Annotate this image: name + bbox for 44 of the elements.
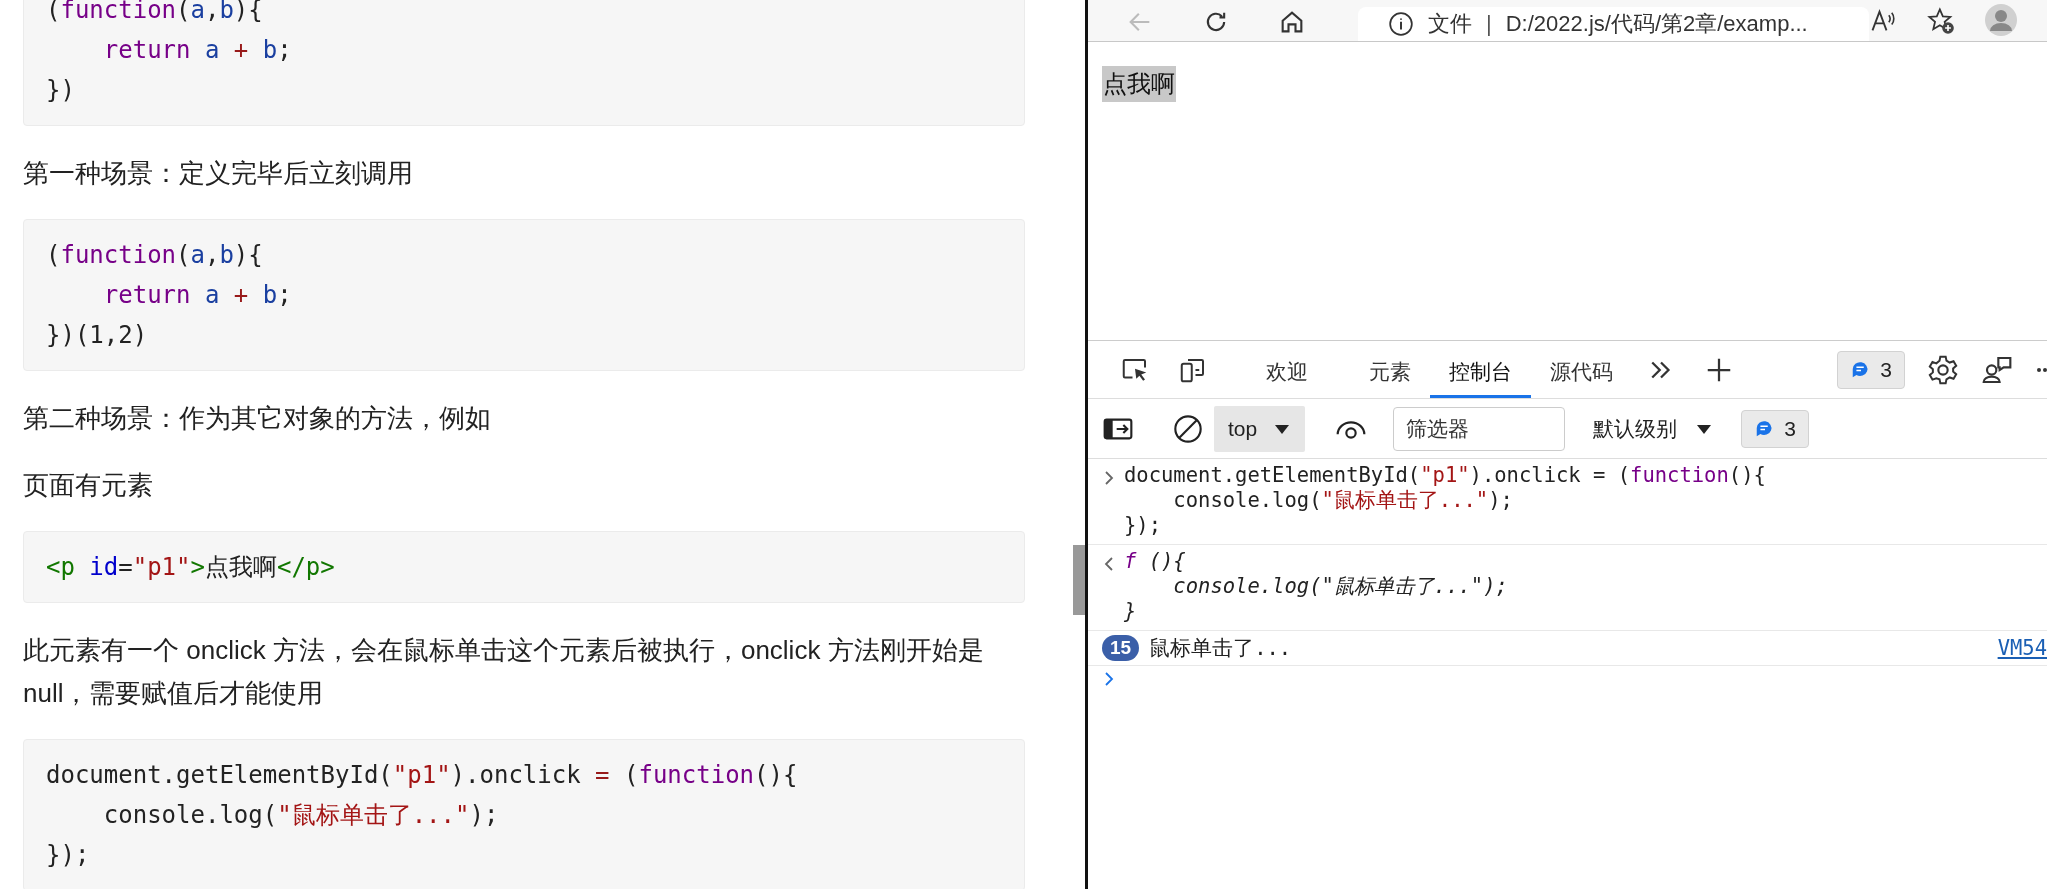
console-code-line: }	[1124, 599, 1137, 624]
message-count: 15	[1102, 635, 1140, 661]
settings-icon[interactable]	[1927, 353, 1959, 386]
paragraph: 第二种场景：作为其它对象的方法，例如	[23, 402, 492, 435]
console-message: 鼠标单击了...	[1149, 635, 1292, 662]
devtools-tab[interactable]: 源代码	[1531, 349, 1632, 398]
console-code-line: console.log("鼠标单击了...");	[1172, 488, 1513, 513]
output-chevron-icon	[1102, 555, 1116, 573]
code-line: })	[46, 75, 75, 106]
code-line: return a + b;	[102, 35, 292, 66]
favorite-add-icon[interactable]	[1927, 7, 1955, 35]
devtools-tab[interactable]: 元素	[1350, 349, 1430, 398]
code-line: (function(a,b){	[46, 0, 263, 26]
avatar-icon[interactable]	[1985, 4, 2019, 38]
address-url[interactable]: D:/2022.js/代码/第2章/examp...	[1505, 9, 1808, 39]
address-label: 文件	[1428, 10, 1472, 38]
context-select[interactable]: top	[1214, 405, 1306, 452]
info-icon[interactable]	[1388, 11, 1414, 37]
paragraph: 页面有元素	[23, 469, 154, 502]
console-code-line: document.getElementById("p1").onclick = (function(){	[1124, 463, 1766, 488]
devtools-tab[interactable]: 欢迎	[1250, 349, 1350, 398]
code-line: });	[46, 840, 90, 871]
code-line: })(1,2)	[46, 320, 148, 351]
code-line: document.getElementById("p1").onclick = (function(){	[46, 760, 798, 791]
code-line: <p id="p1">点我啊</p>	[46, 552, 335, 583]
console-code-line: });	[1124, 513, 1162, 538]
level-select[interactable]: 默认级别	[1575, 414, 1732, 443]
code-line: (function(a,b){	[46, 240, 263, 271]
code-line: console.log("鼠标单击了...");	[102, 800, 499, 831]
code-line: return a + b;	[102, 280, 292, 311]
clear-icon[interactable]	[1172, 412, 1204, 445]
paragraph: 第一种场景：定义完毕后立刻调用	[23, 157, 414, 190]
filter-field[interactable]: 筛选器	[1393, 406, 1566, 451]
issues-button[interactable]: 3	[1741, 409, 1809, 448]
page-text: 点我啊	[1102, 66, 1176, 102]
prompt-chevron-icon	[1102, 670, 1116, 688]
paragraph: 此元素有一个 onclick 方法，会在鼠标单击这个元素后被执行，onclick 方法刚开始是 null，需要赋值后才能使用	[23, 634, 985, 710]
source-link[interactable]: VM54	[1997, 636, 2047, 660]
console-code-line: console.log("鼠标单击了...");	[1172, 574, 1508, 599]
console-code-line: f (){	[1124, 549, 1186, 574]
issues-button[interactable]: 3	[1837, 350, 1905, 389]
address-separator: |	[1486, 11, 1492, 37]
input-chevron-icon	[1102, 469, 1116, 487]
scrollbar-thumb[interactable]	[1073, 545, 1085, 615]
